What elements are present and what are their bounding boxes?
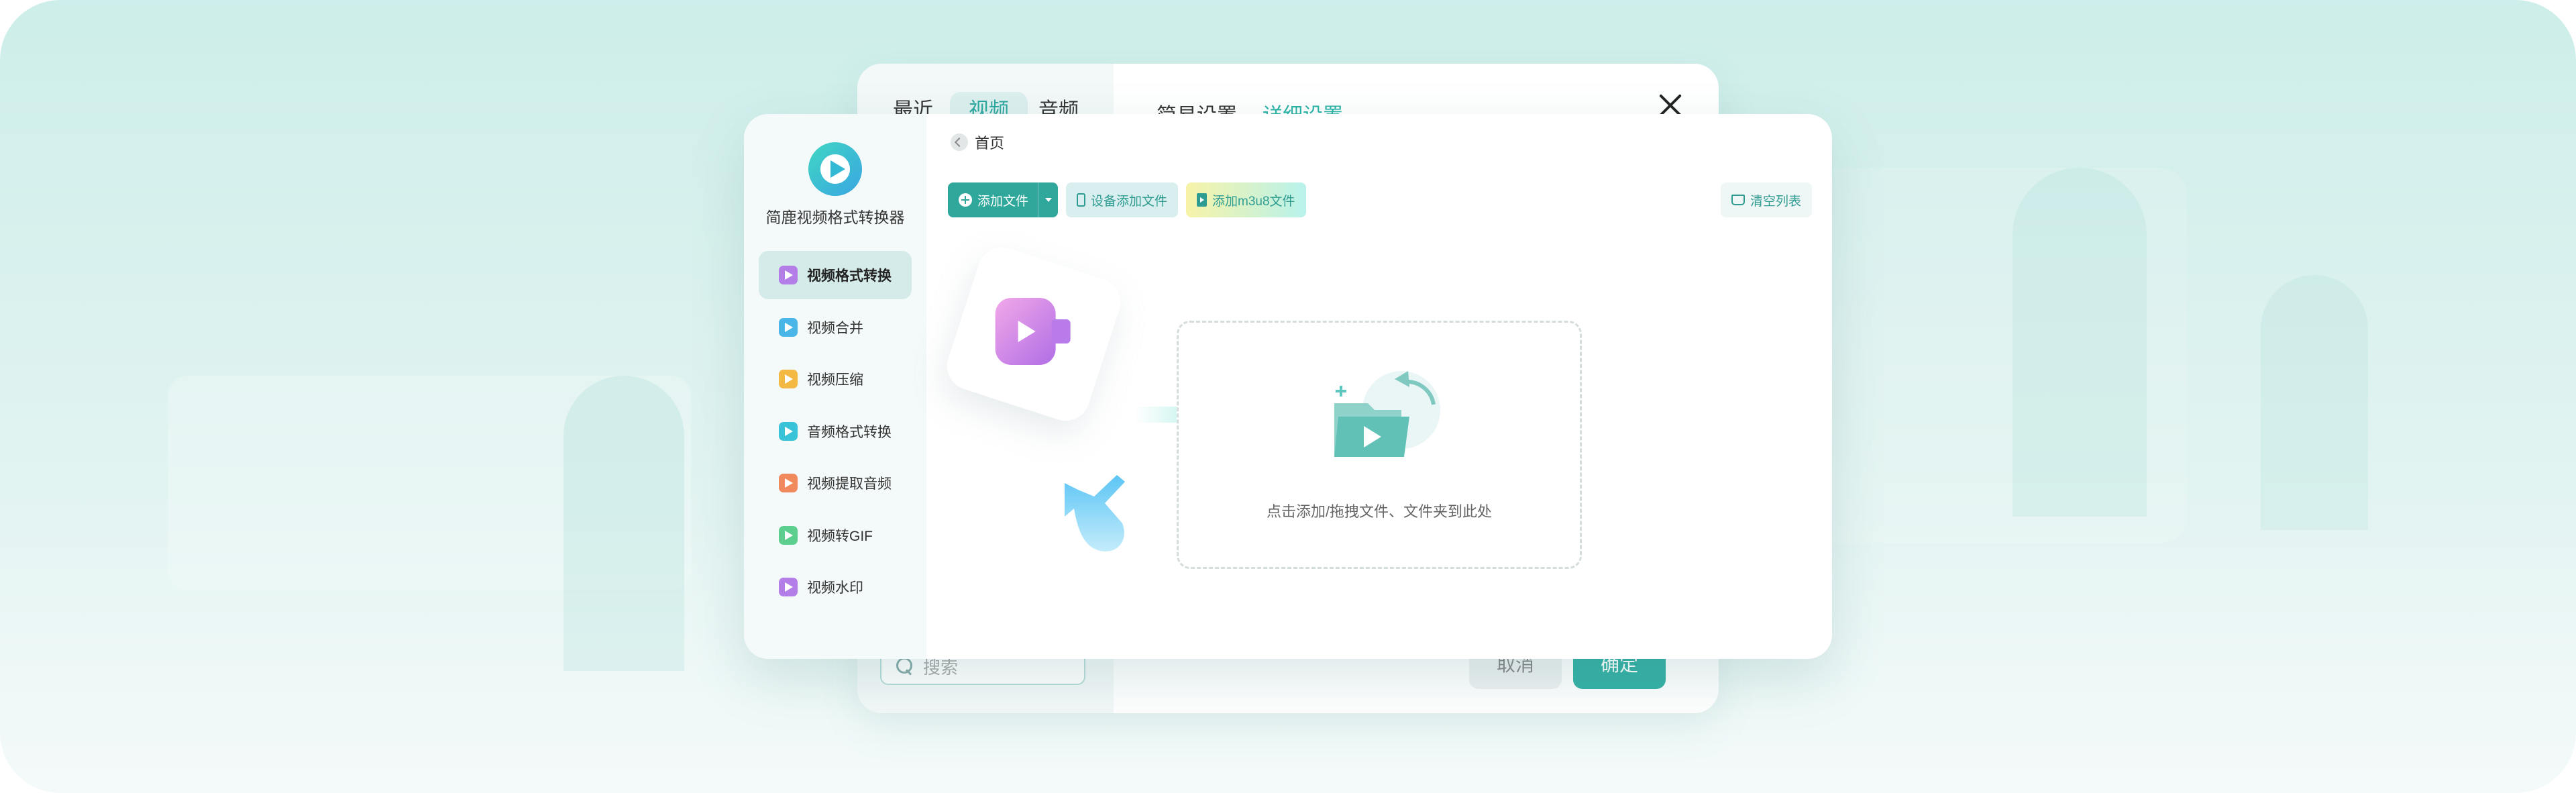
main-app-window: 简鹿视频格式转换器 视频格式转换 视频合并 视频压缩 音频格式转换 视频提取音频… (744, 114, 1832, 659)
sidebar-item-video-gif[interactable]: 视频转GIF (759, 511, 912, 560)
video-file-icon (1197, 193, 1208, 207)
video-compress-icon (779, 370, 798, 388)
cursor-hand-icon (1065, 475, 1125, 551)
sidebar: 简鹿视频格式转换器 视频格式转换 视频合并 视频压缩 音频格式转换 视频提取音频… (744, 114, 926, 659)
background-decoration (2261, 275, 2368, 530)
main-content: 首页 添加文件 设备添加文件 添加m3u8文件 清空列表 点击添加/拖拽文件、文… (926, 114, 1832, 659)
dropzone-hint: 点击添加/拖拽文件、文件夹到此处 (1266, 503, 1493, 520)
video-convert-icon (779, 266, 798, 284)
app-title: 简鹿视频格式转换器 (765, 209, 905, 226)
file-dropzone[interactable]: 点击添加/拖拽文件、文件夹到此处 (1177, 321, 1582, 569)
sidebar-item-extract-audio[interactable]: 视频提取音频 (759, 459, 912, 507)
sidebar-item-watermark[interactable]: 视频水印 (759, 563, 912, 611)
sidebar-item-label: 视频水印 (807, 580, 863, 596)
sidebar-item-label: 音频格式转换 (807, 424, 892, 440)
clear-list-button[interactable]: 清空列表 (1720, 182, 1812, 217)
background-decoration (1811, 168, 2187, 543)
sidebar-item-label: 视频提取音频 (807, 476, 892, 492)
add-m3u8-label: 添加m3u8文件 (1212, 194, 1295, 209)
gif-icon (779, 525, 798, 545)
sidebar-nav: 视频格式转换 视频合并 视频压缩 音频格式转换 视频提取音频 视频转GIF 视频… (759, 251, 912, 615)
extract-audio-icon (779, 474, 798, 492)
video-card-illustration (941, 241, 1127, 427)
sidebar-item-label: 视频格式转换 (807, 268, 892, 284)
back-arrow-icon[interactable] (951, 134, 968, 151)
sidebar-item-video-convert[interactable]: 视频格式转换 (759, 251, 912, 299)
add-file-button[interactable]: 添加文件 (948, 182, 1059, 217)
sidebar-item-label: 视频合并 (807, 320, 863, 336)
sidebar-item-video-merge[interactable]: 视频合并 (759, 303, 912, 352)
breadcrumb-label: 首页 (975, 135, 1005, 152)
app-logo-icon (808, 142, 862, 196)
add-file-label: 添加文件 (977, 194, 1029, 209)
sidebar-item-label: 视频压缩 (807, 372, 863, 388)
sidebar-item-label: 视频转GIF (807, 528, 873, 544)
folder-add-icon (1334, 371, 1440, 457)
video-camera-icon (995, 297, 1056, 365)
add-m3u8-button[interactable]: 添加m3u8文件 (1186, 182, 1306, 217)
search-icon (896, 657, 914, 675)
device-add-label: 设备添加文件 (1091, 194, 1168, 209)
clear-list-label: 清空列表 (1750, 194, 1801, 209)
sidebar-item-video-compress[interactable]: 视频压缩 (759, 355, 912, 403)
sidebar-item-audio-convert[interactable]: 音频格式转换 (759, 407, 912, 456)
background-stage: 最近 视频 音频 简易设置 详细设置 搜索 取消 确定 简鹿视频格式转换器 视频… (0, 0, 2576, 793)
plus-circle-icon (959, 193, 972, 207)
device-add-button[interactable]: 设备添加文件 (1066, 182, 1179, 217)
toolbar: 添加文件 设备添加文件 添加m3u8文件 (948, 182, 1306, 217)
basket-icon (1731, 195, 1745, 205)
breadcrumb[interactable]: 首页 (951, 131, 1004, 153)
video-merge-icon (779, 317, 798, 337)
audio-convert-icon (779, 421, 798, 441)
phone-icon (1077, 193, 1086, 207)
add-file-dropdown-icon[interactable] (1038, 182, 1058, 217)
watermark-icon (779, 578, 798, 596)
